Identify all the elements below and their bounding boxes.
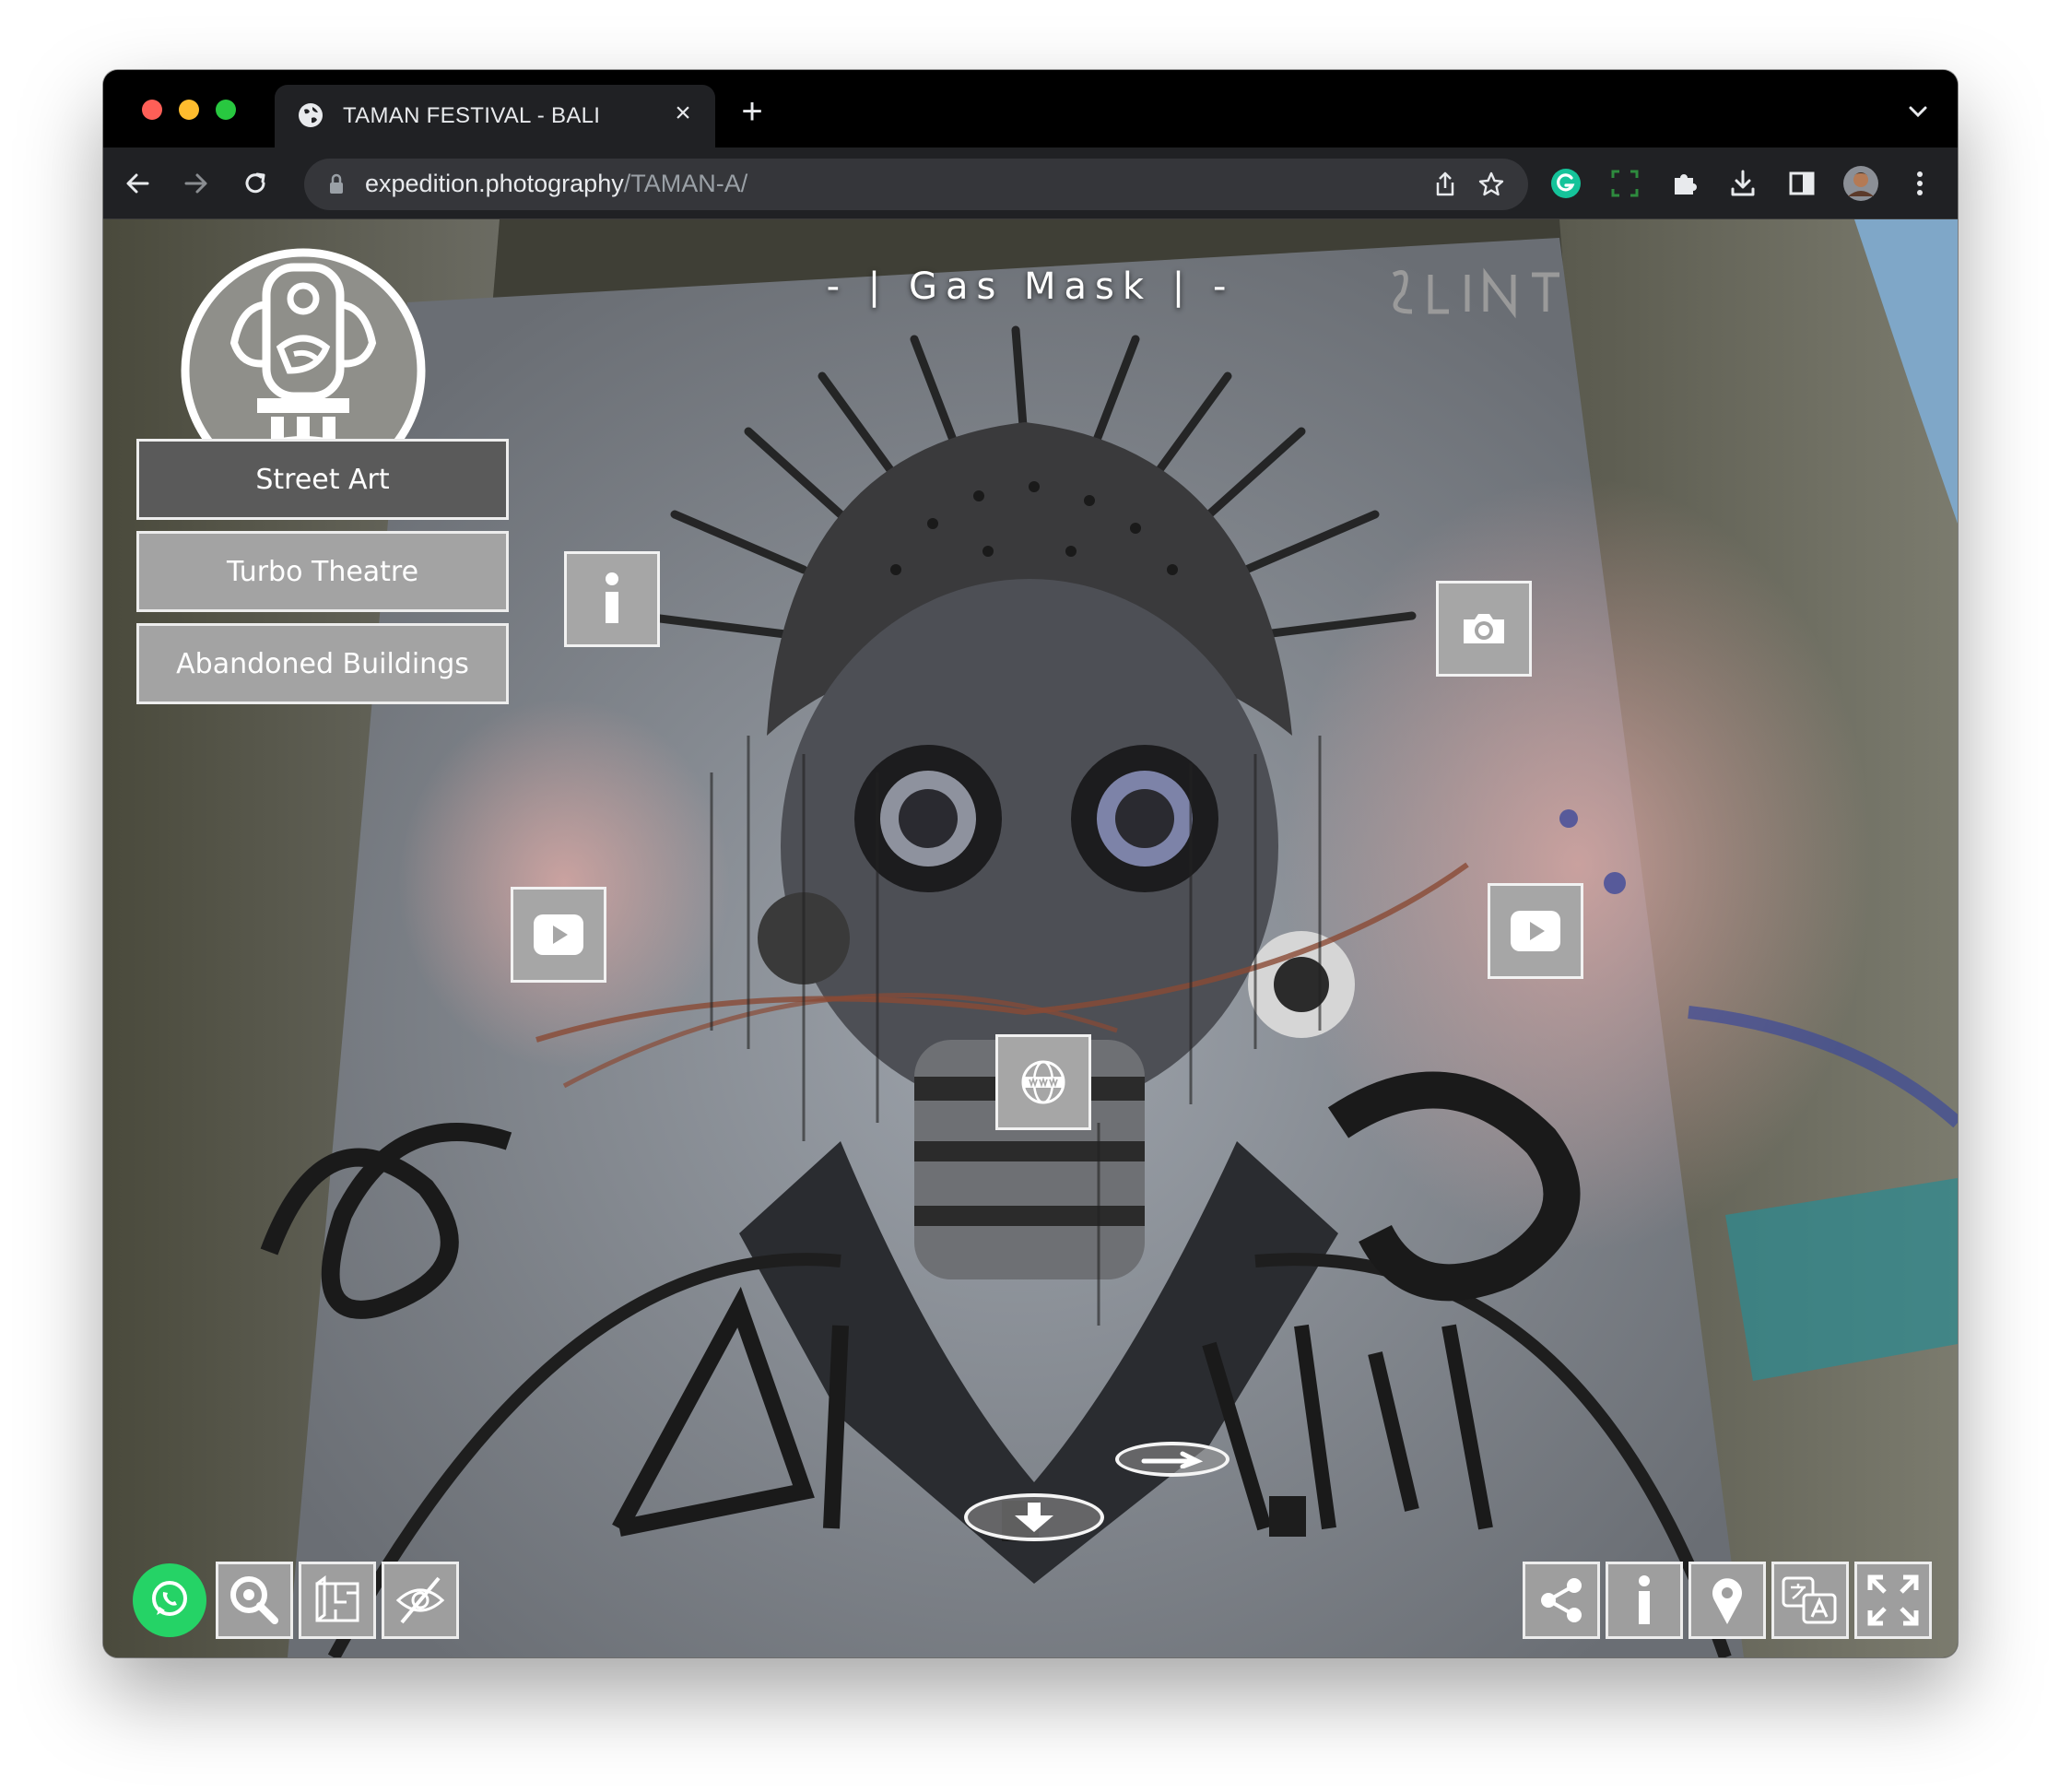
capture-frame-icon [1611, 170, 1639, 197]
grammarly-icon [1551, 169, 1581, 198]
screenshot-extension[interactable] [1606, 164, 1644, 203]
nav-arrow-down[interactable] [964, 1493, 1104, 1541]
globe-favicon-icon [299, 103, 323, 127]
video-hotspot-left[interactable] [511, 887, 606, 983]
minimize-window-button[interactable] [179, 100, 199, 120]
bookmark-star-icon[interactable] [1477, 170, 1506, 199]
info-button[interactable] [1606, 1562, 1683, 1639]
downloads-button[interactable] [1724, 164, 1762, 203]
tab-active[interactable]: TAMAN FESTIVAL - BALI × [275, 85, 715, 147]
puzzle-icon [1675, 174, 1697, 195]
close-window-button[interactable] [142, 100, 162, 120]
menu-abandoned-buildings-button[interactable]: Abandoned Buildings [136, 623, 509, 704]
back-button[interactable] [118, 164, 157, 203]
fullscreen-icon [1867, 1574, 1919, 1626]
address-bar[interactable]: expedition.photography/TAMAN-A/ [304, 159, 1528, 210]
side-panel-icon [1789, 171, 1815, 195]
share-page-icon[interactable] [1430, 170, 1460, 199]
new-tab-button[interactable]: + [735, 93, 769, 130]
share-icon [1541, 1578, 1582, 1622]
floorplan-icon [315, 1575, 359, 1622]
hide-eye-icon [395, 1576, 445, 1624]
search-zoom-icon [230, 1576, 278, 1624]
url-domain: expedition.photography [365, 170, 624, 197]
avatar-icon [1843, 166, 1878, 201]
forward-button[interactable] [177, 164, 216, 203]
translate-icon [1782, 1576, 1837, 1624]
side-panel-button[interactable] [1783, 164, 1821, 203]
arrow-right-icon [1141, 1451, 1204, 1468]
video-hotspot-right[interactable] [1488, 883, 1583, 979]
info-icon [1639, 1575, 1650, 1624]
hide-hotspots-button[interactable] [382, 1562, 459, 1639]
video-play-icon [1511, 911, 1560, 951]
photo-hotspot[interactable] [1436, 581, 1532, 677]
extensions-button[interactable] [1665, 164, 1703, 203]
reload-button[interactable] [236, 164, 275, 203]
tab-strip: TAMAN FESTIVAL - BALI × + [103, 70, 1958, 147]
nav-arrow-right[interactable] [1115, 1442, 1230, 1477]
tab-title: TAMAN FESTIVAL - BALI [343, 103, 601, 128]
location-button[interactable] [1688, 1562, 1766, 1639]
camera-icon [1464, 614, 1504, 643]
info-icon [606, 572, 618, 623]
whatsapp-button[interactable] [133, 1563, 206, 1637]
browser-menu-button[interactable] [1900, 164, 1939, 203]
fullscreen-button[interactable] [1854, 1562, 1932, 1639]
profile-avatar[interactable] [1841, 164, 1880, 203]
lock-icon [330, 173, 343, 194]
share-button[interactable] [1523, 1562, 1600, 1639]
browser-toolbar: expedition.photography/TAMAN-A/ [103, 147, 1958, 219]
arrow-down-icon [1015, 1503, 1053, 1532]
web-globe-icon [1021, 1060, 1065, 1104]
panorama-viewer[interactable]: - | Gas Mask | - Street Art Turbo Theatr… [103, 219, 1958, 1657]
kebab-menu-icon [1917, 171, 1923, 195]
maximize-window-button[interactable] [216, 100, 236, 120]
reload-icon [245, 172, 265, 194]
tab-close-icon[interactable]: × [667, 98, 699, 129]
url-text: expedition.photography/TAMAN-A/ [365, 170, 747, 198]
grammarly-extension[interactable] [1547, 164, 1585, 203]
whatsapp-icon [152, 1581, 187, 1616]
chevron-down-icon[interactable] [1904, 98, 1932, 125]
menu-turbo-theatre-button[interactable]: Turbo Theatre [136, 531, 509, 612]
website-hotspot[interactable] [995, 1034, 1091, 1130]
video-play-icon [534, 914, 583, 955]
translate-button[interactable] [1771, 1562, 1849, 1639]
location-pin-icon [1712, 1578, 1742, 1624]
menu-street-art-button[interactable]: Street Art [136, 439, 509, 520]
download-icon [1731, 170, 1755, 196]
floorplan-button[interactable] [299, 1562, 376, 1639]
url-path: /TAMAN-A/ [623, 170, 748, 197]
arrow-left-icon [126, 173, 149, 194]
zoom-search-button[interactable] [216, 1562, 293, 1639]
arrow-right-icon [184, 173, 207, 194]
browser-window: TAMAN FESTIVAL - BALI × + expedition.pho… [103, 70, 1958, 1657]
info-hotspot[interactable] [564, 551, 660, 647]
